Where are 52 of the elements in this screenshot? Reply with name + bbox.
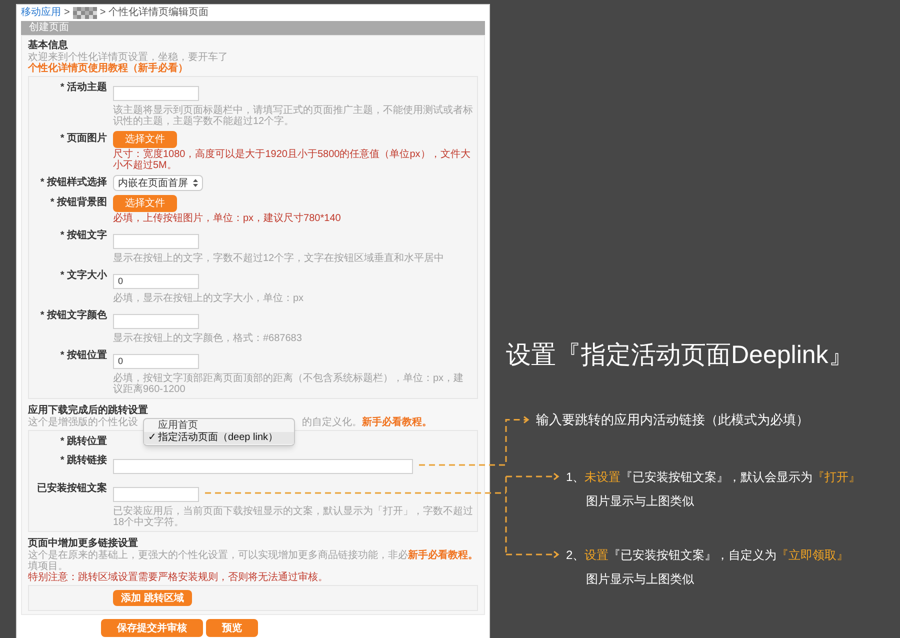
field-hint: 该主题将显示到页面标题栏中，请填写正式的页面推广主题，不能使用测试或者标识性的主题，主题字数不能超过12个字。: [113, 105, 473, 127]
field-label: 已安装按钮文案: [36, 481, 108, 496]
style-select[interactable]: 内嵌在页面首屏: [113, 175, 203, 191]
field-hint: 必填，按钮文字顶部距离页面顶部的距离（不包含系统标题栏），单位：px，建议距离960-1200: [113, 373, 465, 395]
note-subtext: 图片显示与上图类似: [585, 570, 695, 588]
note-text: 2、设置『已安装按钮文案』，自定义为『立即领取』: [566, 546, 850, 564]
field-hint: 已安装应用后，当前页面下载按钮显示的文案，默认显示为「打开」，字数不超过18个中文字符。: [113, 506, 473, 528]
intro-text: 欢迎来到个性化详情页设置，坐稳，要开车了: [28, 52, 228, 63]
field-hint: 尺寸：宽度1080，高度可以是大于1920且小于5800的任意值（单位px），文件大小不超过5M。: [113, 149, 472, 171]
section-title: 基本信息: [28, 39, 69, 52]
field-hint: 必填，显示在按钮上的文字大小，单位：px: [113, 293, 305, 304]
panel-header: 创建页面: [21, 21, 485, 35]
tutorial-link[interactable]: 新手必看教程。: [408, 550, 478, 572]
choose-file-button[interactable]: 选择文件: [113, 195, 177, 212]
field-label: * 按钮文字颜色: [39, 308, 108, 323]
intro-text: 特别注意：跳转区域设置需要严格安装规则，否则将无法通过审核。: [28, 572, 328, 583]
field-label: * 跳转链接: [59, 454, 108, 468]
text-input[interactable]: 0: [113, 274, 199, 288]
menu-option[interactable]: 应用首页: [144, 420, 294, 432]
choose-file-button[interactable]: 选择文件: [113, 131, 177, 148]
field-label: * 按钮位置: [59, 348, 108, 363]
field-hint: 必填，上传按钮图片，单位：px，建议尺寸780*140: [113, 213, 342, 224]
section-title: 页面中增加更多链接设置: [28, 537, 139, 550]
link-note: 输入要跳转的应用内活动链接（此模式为必填）: [536, 411, 810, 429]
text-input[interactable]: 0: [113, 354, 199, 368]
field-label: * 文字大小: [59, 268, 108, 283]
tutorial-link[interactable]: 新手必看教程。: [362, 417, 432, 428]
submit-button[interactable]: 保存提交并审核: [101, 619, 203, 637]
menu-option[interactable]: ✓ 指定活动页面（deep link）: [144, 432, 294, 444]
breadcrumb-current: 个性化详情页编辑页面: [108, 7, 209, 19]
tutorial-link[interactable]: 个性化详情页使用教程（新手必看）: [28, 63, 188, 74]
field-label: * 按钮文字: [59, 228, 108, 243]
breadcrumb-separator: >: [64, 7, 70, 19]
field-label: * 活动主题: [59, 80, 108, 95]
field-hint: 显示在按钮上的文字颜色，格式：#687683: [113, 333, 303, 344]
dropdown-menu[interactable]: 应用首页 ✓ 指定活动页面（deep link）: [143, 418, 295, 446]
section-title: 应用下载完成后的跳转设置: [28, 404, 149, 416]
breadcrumb-separator: >: [100, 7, 106, 19]
preview-button[interactable]: 预览: [206, 619, 258, 637]
breadcrumb-link[interactable]: 移动应用: [21, 7, 61, 19]
note-text: 1、未设置『已安装按钮文案』，默认会显示为『打开』: [566, 468, 862, 486]
intro-text: 的自定义化。: [302, 417, 362, 428]
intro-text: 这个是增强版的个性化设: [28, 417, 136, 428]
annotation-title: 设置『指定活动页面Deeplink』: [506, 340, 854, 370]
field-hint: 显示在按钮上的文字，字数不超过12个字，文字在按钮区域垂直和水平居中: [113, 253, 446, 264]
intro-text: 这个是在原来的基础上，更强大的个性化设置，可以实现增加更多商品链接功能，非必填项目。: [28, 550, 408, 572]
add-region-button[interactable]: 添加 跳转区域: [113, 590, 192, 606]
note-subtext: 图片显示与上图类似: [585, 492, 695, 510]
field-label: * 跳转位置: [59, 434, 108, 449]
field-label: * 页面图片: [59, 132, 108, 146]
field-label: * 按钮样式选择: [39, 176, 108, 190]
field-label: * 按钮背景图: [49, 196, 108, 210]
